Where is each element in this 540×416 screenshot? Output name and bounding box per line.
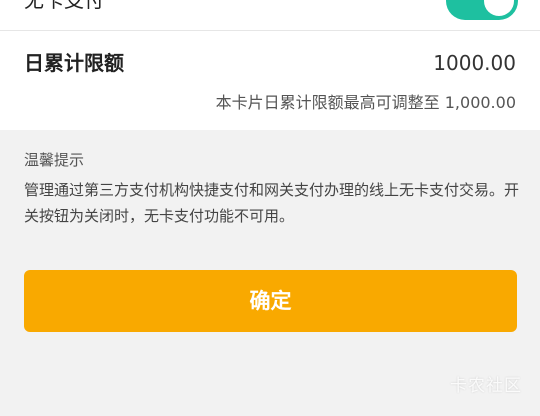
toggle-knob xyxy=(484,0,514,16)
tips-body: 管理通过第三方支付机构快捷支付和网关支付办理的线上无卡支付交易。开关按钮为关闭时… xyxy=(24,181,520,225)
no-card-payment-row: 无卡支付 xyxy=(0,0,540,31)
no-card-payment-label: 无卡支付 xyxy=(24,0,104,12)
settings-panel: 无卡支付 日累计限额 1000.00 本卡片日累计限额最高可调整至 1,000.… xyxy=(0,0,540,130)
daily-limit-value[interactable]: 1000.00 xyxy=(433,50,516,76)
confirm-button[interactable]: 确定 xyxy=(24,270,517,332)
daily-limit-note: 本卡片日累计限额最高可调整至 1,000.00 xyxy=(215,93,516,112)
tips-title: 温馨提示 xyxy=(24,151,85,169)
daily-limit-label: 日累计限额 xyxy=(24,51,124,75)
no-card-payment-toggle[interactable] xyxy=(446,0,518,20)
watermark: 卡农社区 xyxy=(450,376,522,396)
